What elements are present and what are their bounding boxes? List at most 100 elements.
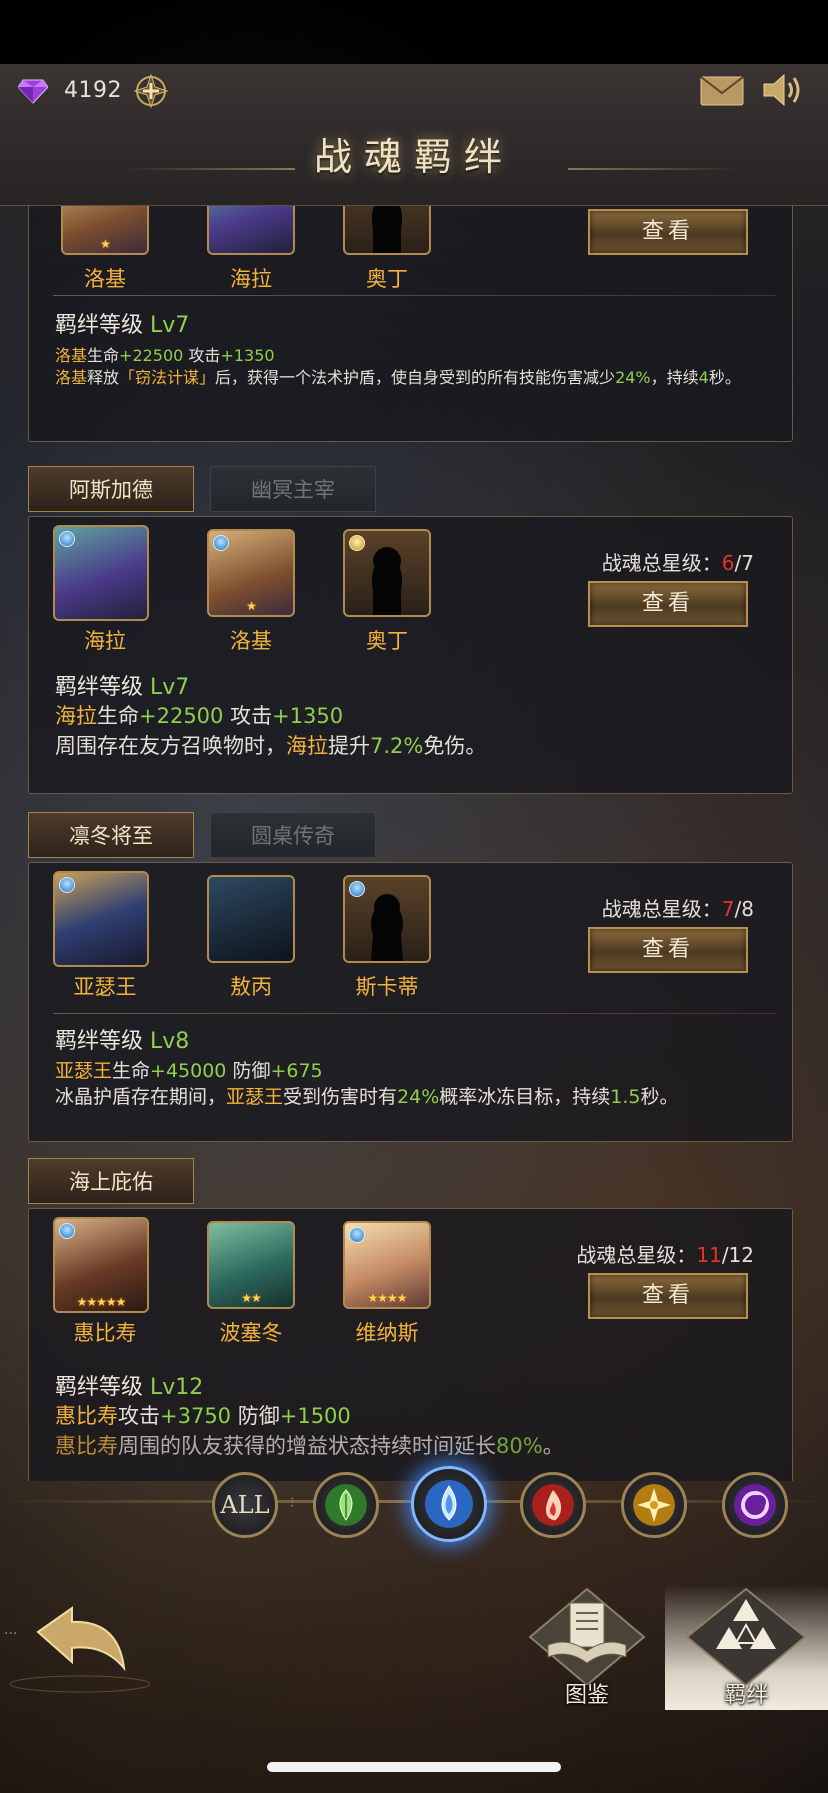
bond-stats: 海拉生命+22500 攻击+1350 [55,704,344,728]
hero-slot[interactable]: 亚瑟王 [53,871,157,1005]
hero-name: 海拉 [84,629,126,653]
hero-slot[interactable]: 奥丁 [335,529,439,659]
bond-level: 羁绊等级 Lv12 [55,1375,204,1400]
view-button[interactable]: 查看 [588,581,748,627]
view-button[interactable]: 查看 [588,209,748,255]
gem-count: 4192 [64,78,122,103]
hero-name: 洛基 [84,267,126,291]
water-element-icon [59,531,75,547]
water-element-icon [349,881,365,897]
hero-slot[interactable]: ★★★★★ 惠比寿 [53,1217,157,1351]
book-icon [528,1587,646,1687]
bond-card-loki: ★ 洛基 海拉 奥丁 战魂总星级：6/7 查看 羁绊等级 Lv7 [28,206,793,442]
back-arrow-icon[interactable]: ··· [0,1592,150,1702]
filter-nature-button[interactable] [313,1472,379,1538]
water-element-icon [349,1227,365,1243]
page-title: 战魂羁绊 [313,135,514,179]
hero-portrait: ★★★★★ [53,1217,149,1313]
nav-codex-label: 图鉴 [564,1683,609,1708]
hero-name: 斯卡蒂 [355,975,419,999]
filter-fire-button[interactable] [520,1472,586,1538]
hero-portrait [207,206,295,255]
separator-dots: ⁝ [290,1495,295,1511]
hero-portrait: ★★ [207,1221,295,1309]
hero-slot[interactable]: ★ 洛基 [199,529,303,659]
bond-stats: 洛基生命+22500 攻击+1350 [55,346,275,365]
water-element-icon [213,535,229,551]
hero-portrait [53,525,149,621]
water-element-icon [59,1223,75,1239]
add-gems-button[interactable] [134,74,168,108]
tab-sea-blessing[interactable]: 海上庇佑 [28,1158,194,1204]
filter-water-button[interactable] [411,1466,487,1542]
hero-name: 亚瑟王 [73,975,137,999]
hero-portrait [207,875,295,963]
hero-slot[interactable]: ★★ 波塞冬 [199,1221,303,1351]
hero-name: 洛基 [230,629,272,653]
star-total-label: 战魂总星级：7/8 [601,897,754,921]
bond-card-ebisu: ★★★★★ 惠比寿 ★★ 波塞冬 ★★★★ 维纳斯 战魂总星级：11/12 查看… [28,1208,793,1481]
hero-portrait-locked [343,206,431,255]
bond-effect: 惠比寿周围的队友获得的增益状态持续时间延长80%。 [55,1434,564,1458]
leaf-icon [325,1484,367,1526]
hero-name: 奥丁 [366,267,408,291]
gem-currency: 4192 [14,74,168,108]
svg-text:···: ··· [4,1626,17,1642]
view-button[interactable]: 查看 [588,927,748,973]
home-indicator[interactable] [267,1762,561,1772]
bond-card-hela: 海拉 ★ 洛基 奥丁 战魂总星级：6/7 查看 羁绊等级 Lv7 海拉生命+22… [28,516,793,794]
hero-slot[interactable]: ★★★★ 维纳斯 [335,1221,439,1351]
hero-slot[interactable]: 敖丙 [199,875,303,1005]
star-total-label: 战魂总星级：6/7 [601,551,754,575]
bond-effect: 冰晶护盾存在期间，亚瑟王受到伤害时有24%概率冰冻目标，持续1.5秒。 [55,1086,679,1108]
tab-round-table[interactable]: 圆桌传奇 [210,812,376,858]
bond-level: 羁绊等级 Lv8 [55,1029,190,1054]
water-element-icon [59,877,75,893]
hero-name: 敖丙 [230,975,272,999]
flame-icon [532,1484,574,1526]
hero-slot[interactable]: 斯卡蒂 [335,875,439,1005]
hero-portrait: ★ [207,529,295,617]
hero-slot[interactable]: 海拉 [53,525,157,659]
filter-dark-button[interactable] [722,1472,788,1538]
silhouette-icon [371,206,403,253]
hero-portrait: ★ [61,206,149,255]
star-total-label: 战魂总星级：11/12 [576,1243,754,1267]
hero-name: 惠比寿 [73,1321,137,1345]
dark-orb-icon [734,1484,776,1526]
sound-icon[interactable] [762,72,804,108]
hero-portrait-locked [343,875,431,963]
triforce-icon [685,1587,807,1687]
nav-bond[interactable]: 羁绊 [665,1585,828,1710]
hero-slot[interactable]: ★ 洛基 [53,206,157,297]
water-drop-icon [425,1480,473,1528]
view-button[interactable]: 查看 [588,1273,748,1319]
hero-name: 海拉 [230,267,272,291]
bond-stats: 惠比寿攻击+3750 防御+1500 [55,1404,351,1428]
filter-all-button[interactable]: ALL [212,1472,278,1538]
bond-card-arthur: 亚瑟王 敖丙 斯卡蒂 战魂总星级：7/8 查看 羁绊等级 Lv8 亚瑟王生命+4… [28,862,793,1142]
tab-winter[interactable]: 凛冬将至 [28,812,194,858]
hero-name: 维纳斯 [355,1321,419,1345]
bond-effect: 洛基释放「窃法计谋」后，获得一个法术护盾，使自身受到的所有技能伤害减少24%，持… [55,368,741,387]
filter-light-button[interactable] [621,1472,687,1538]
nav-codex[interactable]: 图鉴 [512,1585,662,1710]
hero-name: 奥丁 [366,629,408,653]
mail-icon[interactable] [700,76,744,106]
bond-effect: 周围存在友方召唤物时，海拉提升7.2%免伤。 [55,734,487,758]
tab-underworld[interactable]: 幽冥主宰 [210,466,376,512]
hero-portrait-locked [343,529,431,617]
sun-star-icon [633,1484,675,1526]
tab-asgard[interactable]: 阿斯加德 [28,466,194,512]
hero-slot[interactable]: 奥丁 [335,206,439,297]
hero-portrait: ★★★★ [343,1221,431,1309]
hero-portrait [53,871,149,967]
hero-name: 波塞冬 [219,1321,283,1345]
nav-bond-label: 羁绊 [724,1683,769,1708]
gem-icon [18,79,48,104]
hero-slot[interactable]: 海拉 [199,206,303,297]
bond-level: 羁绊等级 Lv7 [55,675,190,700]
bond-stats: 亚瑟王生命+45000 防御+675 [55,1060,323,1082]
divider [53,1013,776,1014]
bond-list[interactable]: ★ 洛基 海拉 奥丁 战魂总星级：6/7 查看 羁绊等级 Lv7 [0,206,828,1481]
